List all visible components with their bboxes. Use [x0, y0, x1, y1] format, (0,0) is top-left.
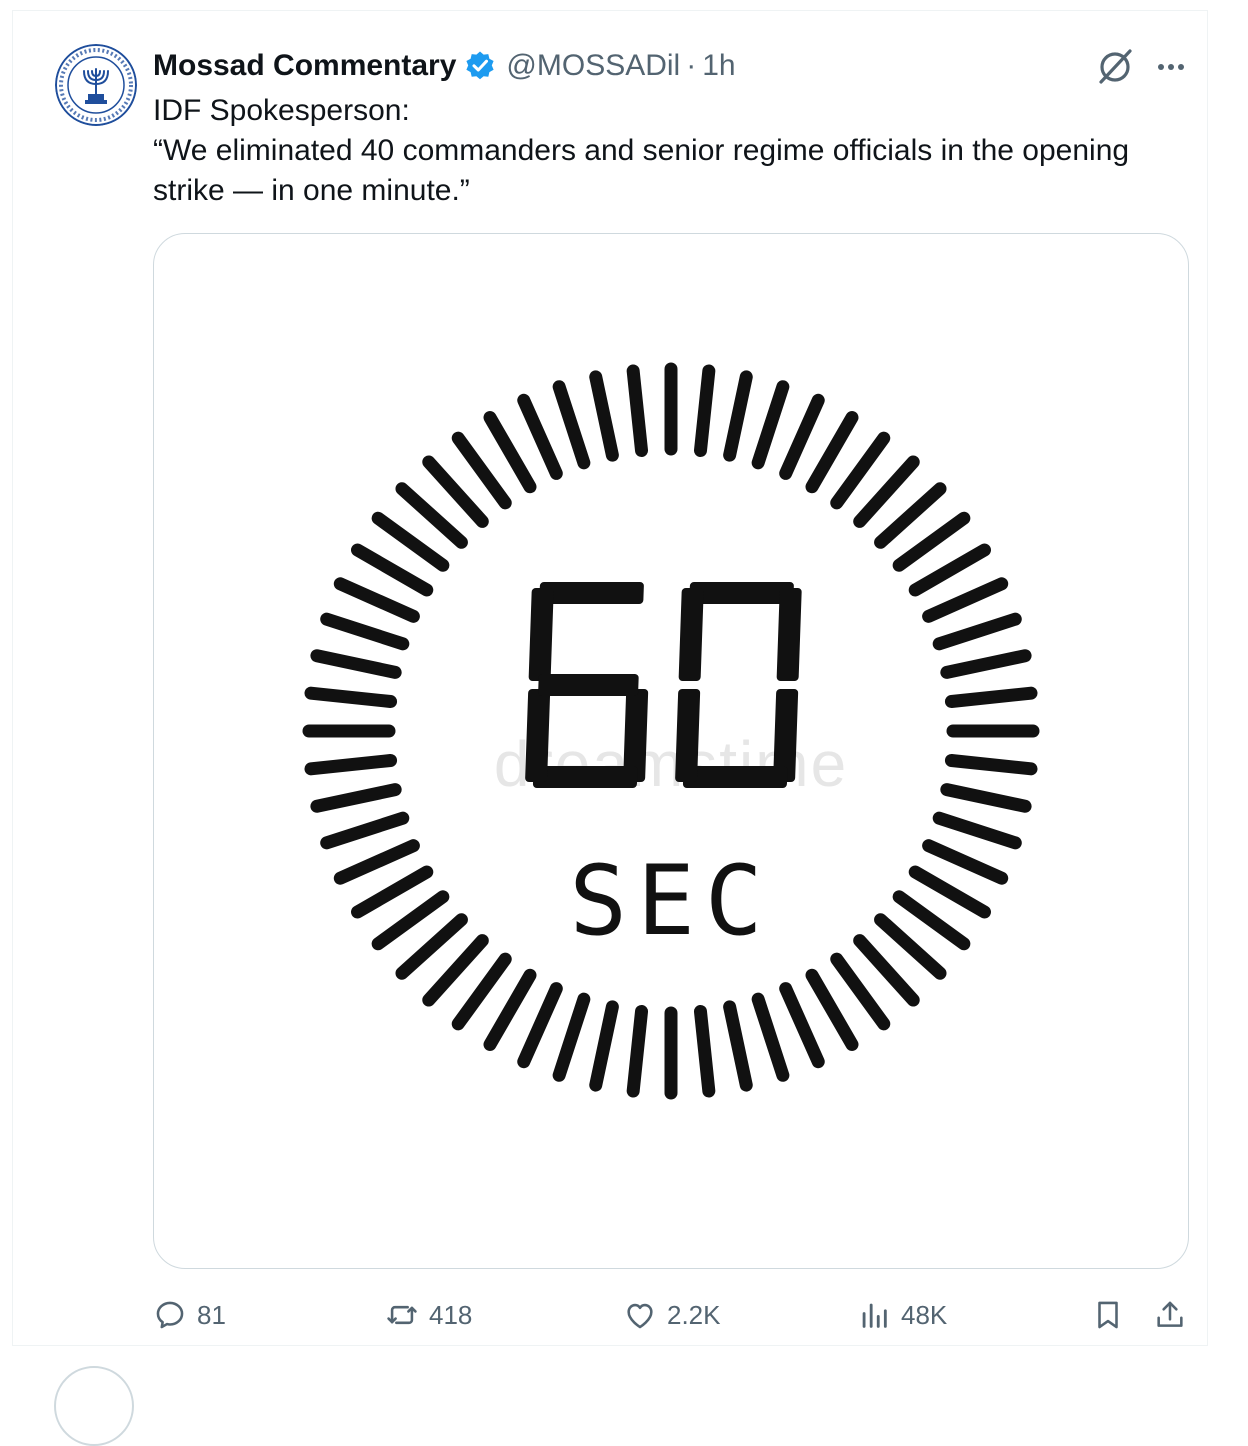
share-button[interactable]: [1153, 1293, 1197, 1337]
timer-unit-label: SEC: [569, 845, 772, 957]
timer-tick: [310, 649, 402, 679]
tweet-text-line: IDF Spokesperson:: [153, 94, 410, 127]
timer-tick: [932, 612, 1022, 651]
timer-tick: [626, 364, 649, 458]
digit-segment: [689, 582, 794, 604]
digit-segment: [528, 588, 554, 681]
author-handle[interactable]: @MOSSADil: [506, 49, 680, 83]
heart-icon: [627, 1303, 653, 1329]
digit-segment: [525, 689, 551, 782]
timer-tick: [944, 686, 1038, 709]
digit-segment: [675, 689, 701, 782]
timer-tick: [805, 968, 859, 1052]
author-name[interactable]: Mossad Commentary: [153, 49, 456, 83]
timer-tick: [751, 992, 790, 1082]
timer-tick: [779, 982, 825, 1069]
tweet-card[interactable]: Mossad Commentary @MOSSADil · 1h IDF Spo…: [12, 10, 1208, 1346]
timer-tick: [723, 370, 753, 462]
timer-tick: [805, 410, 859, 494]
reply-button[interactable]: 81: [153, 1293, 226, 1337]
timer-tick: [320, 612, 410, 651]
bookmark-icon: [1098, 1301, 1118, 1329]
timer-tick: [483, 968, 537, 1052]
timer-tick: [922, 839, 1009, 885]
bookmark-button[interactable]: [1091, 1293, 1135, 1337]
timer-tick: [320, 811, 410, 850]
reply-count: 81: [197, 1299, 226, 1330]
repost-icon: [387, 1305, 417, 1325]
timer-tick: [350, 865, 434, 919]
digit-segment: [539, 582, 644, 604]
timer-tick: [517, 982, 563, 1069]
digit-segment: [682, 766, 788, 788]
mossad-seal-icon: [55, 44, 137, 126]
repost-count: 418: [429, 1299, 473, 1330]
timer-tick: [723, 1000, 753, 1092]
timer-tick: [304, 753, 398, 776]
timer-tick: [940, 783, 1032, 813]
tweet-text: IDF Spokesperson: “We eliminated 40 comm…: [153, 91, 1193, 211]
timer-tick: [517, 393, 563, 480]
timer-tick: [908, 865, 992, 919]
tweet-header: Mossad Commentary @MOSSADil · 1h: [153, 46, 736, 86]
timer-tick: [333, 839, 420, 885]
like-count: 2.2K: [667, 1299, 721, 1330]
avatar[interactable]: [55, 44, 137, 126]
timer-tick: [932, 811, 1022, 850]
like-button[interactable]: 2.2K: [623, 1293, 721, 1337]
timer-tick: [350, 543, 434, 597]
timer-tick: [310, 783, 402, 813]
more-icon[interactable]: [1151, 51, 1191, 83]
timer-graphic: dreamstime SEC: [302, 362, 1040, 1100]
digit-segment: [532, 766, 638, 788]
tweet-media-image[interactable]: dreamstime SEC: [153, 233, 1189, 1269]
views-button[interactable]: 48K: [857, 1293, 947, 1337]
reply-icon: [156, 1301, 184, 1329]
timestamp[interactable]: 1h: [702, 49, 735, 83]
timer-tick: [333, 577, 420, 623]
action-bar: 81 418 2.2K 48K: [153, 1293, 1193, 1337]
timer-tick: [483, 410, 537, 494]
timer-tick: [304, 686, 398, 709]
timer-tick: [626, 1004, 649, 1098]
timer-tick: [944, 753, 1038, 776]
repost-button[interactable]: 418: [385, 1293, 472, 1337]
digit-segment: [538, 674, 639, 696]
timer-tick: [922, 577, 1009, 623]
separator-dot: ·: [686, 49, 697, 82]
timer-tick: [693, 1004, 716, 1098]
timer-tick: [940, 649, 1032, 679]
digit-segment: [776, 588, 802, 681]
next-tweet-avatar[interactable]: [54, 1366, 134, 1446]
timer-tick: [908, 543, 992, 597]
timer-tick: [589, 1000, 619, 1092]
timer-tick: [693, 364, 716, 458]
timer-tick: [589, 370, 619, 462]
views-count: 48K: [901, 1299, 948, 1330]
digit-segment: [678, 588, 704, 681]
tweet-text-line: “We eliminated 40 commanders and senior …: [153, 134, 1130, 167]
views-icon: [862, 1303, 887, 1328]
timer-tick: [751, 380, 790, 470]
share-icon: [1157, 1301, 1183, 1327]
grok-icon[interactable]: [1095, 47, 1135, 87]
timer-tick: [552, 380, 591, 470]
timer-tick: [552, 992, 591, 1082]
timer-tick: [779, 393, 825, 480]
verified-badge-icon[interactable]: [464, 50, 496, 82]
tweet-text-line: strike — in one minute.”: [153, 174, 470, 207]
